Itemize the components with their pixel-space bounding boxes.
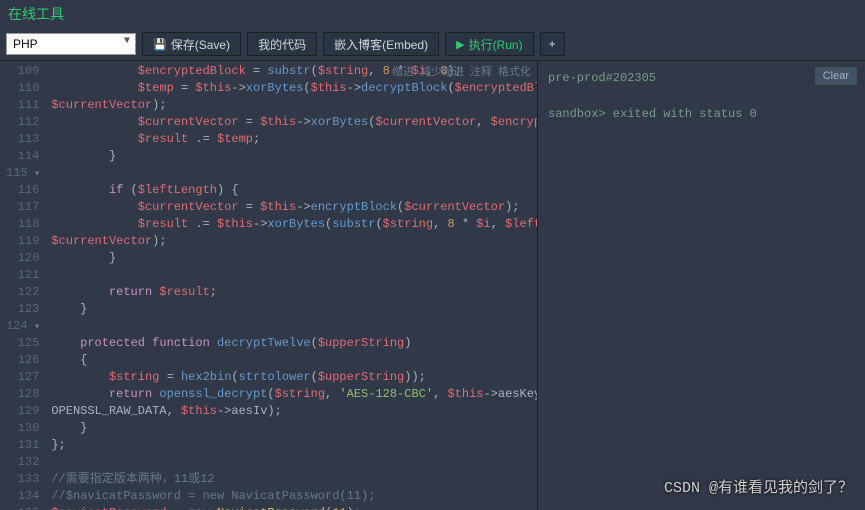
clear-button[interactable]: Clear bbox=[815, 67, 857, 85]
save-button-label: 保存(Save) bbox=[171, 36, 230, 53]
mycode-button-label: 我的代码 bbox=[258, 36, 306, 53]
play-icon: ▶ bbox=[456, 38, 464, 51]
page-title: 在线工具 bbox=[0, 0, 865, 28]
indent-button[interactable]: 缩进 bbox=[392, 63, 414, 79]
plus-icon: + bbox=[549, 37, 556, 51]
embed-button-label: 嵌入博客(Embed) bbox=[334, 36, 428, 53]
output-text: pre-prod#202305 sandbox> exited with sta… bbox=[548, 69, 855, 123]
save-icon: 💾 bbox=[153, 38, 167, 51]
language-select-wrap[interactable]: PHP bbox=[6, 33, 136, 55]
code-editor[interactable]: 缩进 减少缩进 注释 格式化 109110111112113114115 ▾11… bbox=[0, 61, 537, 510]
comment-button[interactable]: 注释 bbox=[470, 63, 492, 79]
language-select[interactable]: PHP bbox=[6, 33, 136, 55]
run-button[interactable]: ▶ 执行(Run) bbox=[445, 32, 533, 56]
save-button[interactable]: 💾 保存(Save) bbox=[142, 32, 241, 56]
line-gutter: 109110111112113114115 ▾11611711811912012… bbox=[0, 61, 47, 510]
main-toolbar: PHP 💾 保存(Save) 我的代码 嵌入博客(Embed) ▶ 执行(Run… bbox=[0, 28, 865, 61]
code-content[interactable]: $encryptedBlock = substr($string, 8 * $i… bbox=[47, 61, 537, 510]
run-button-label: 执行(Run) bbox=[469, 36, 523, 53]
embed-button[interactable]: 嵌入博客(Embed) bbox=[323, 32, 439, 56]
add-button[interactable]: + bbox=[540, 32, 565, 56]
outdent-button[interactable]: 减少缩进 bbox=[420, 63, 464, 79]
main-area: 缩进 减少缩进 注释 格式化 109110111112113114115 ▾11… bbox=[0, 61, 865, 510]
format-button[interactable]: 格式化 bbox=[498, 63, 531, 79]
mycode-button[interactable]: 我的代码 bbox=[247, 32, 317, 56]
editor-mini-toolbar: 缩进 减少缩进 注释 格式化 bbox=[386, 61, 537, 81]
watermark: CSDN @有谁看见我的剑了？ bbox=[664, 476, 853, 497]
output-panel: Clear pre-prod#202305 sandbox> exited wi… bbox=[537, 61, 865, 510]
